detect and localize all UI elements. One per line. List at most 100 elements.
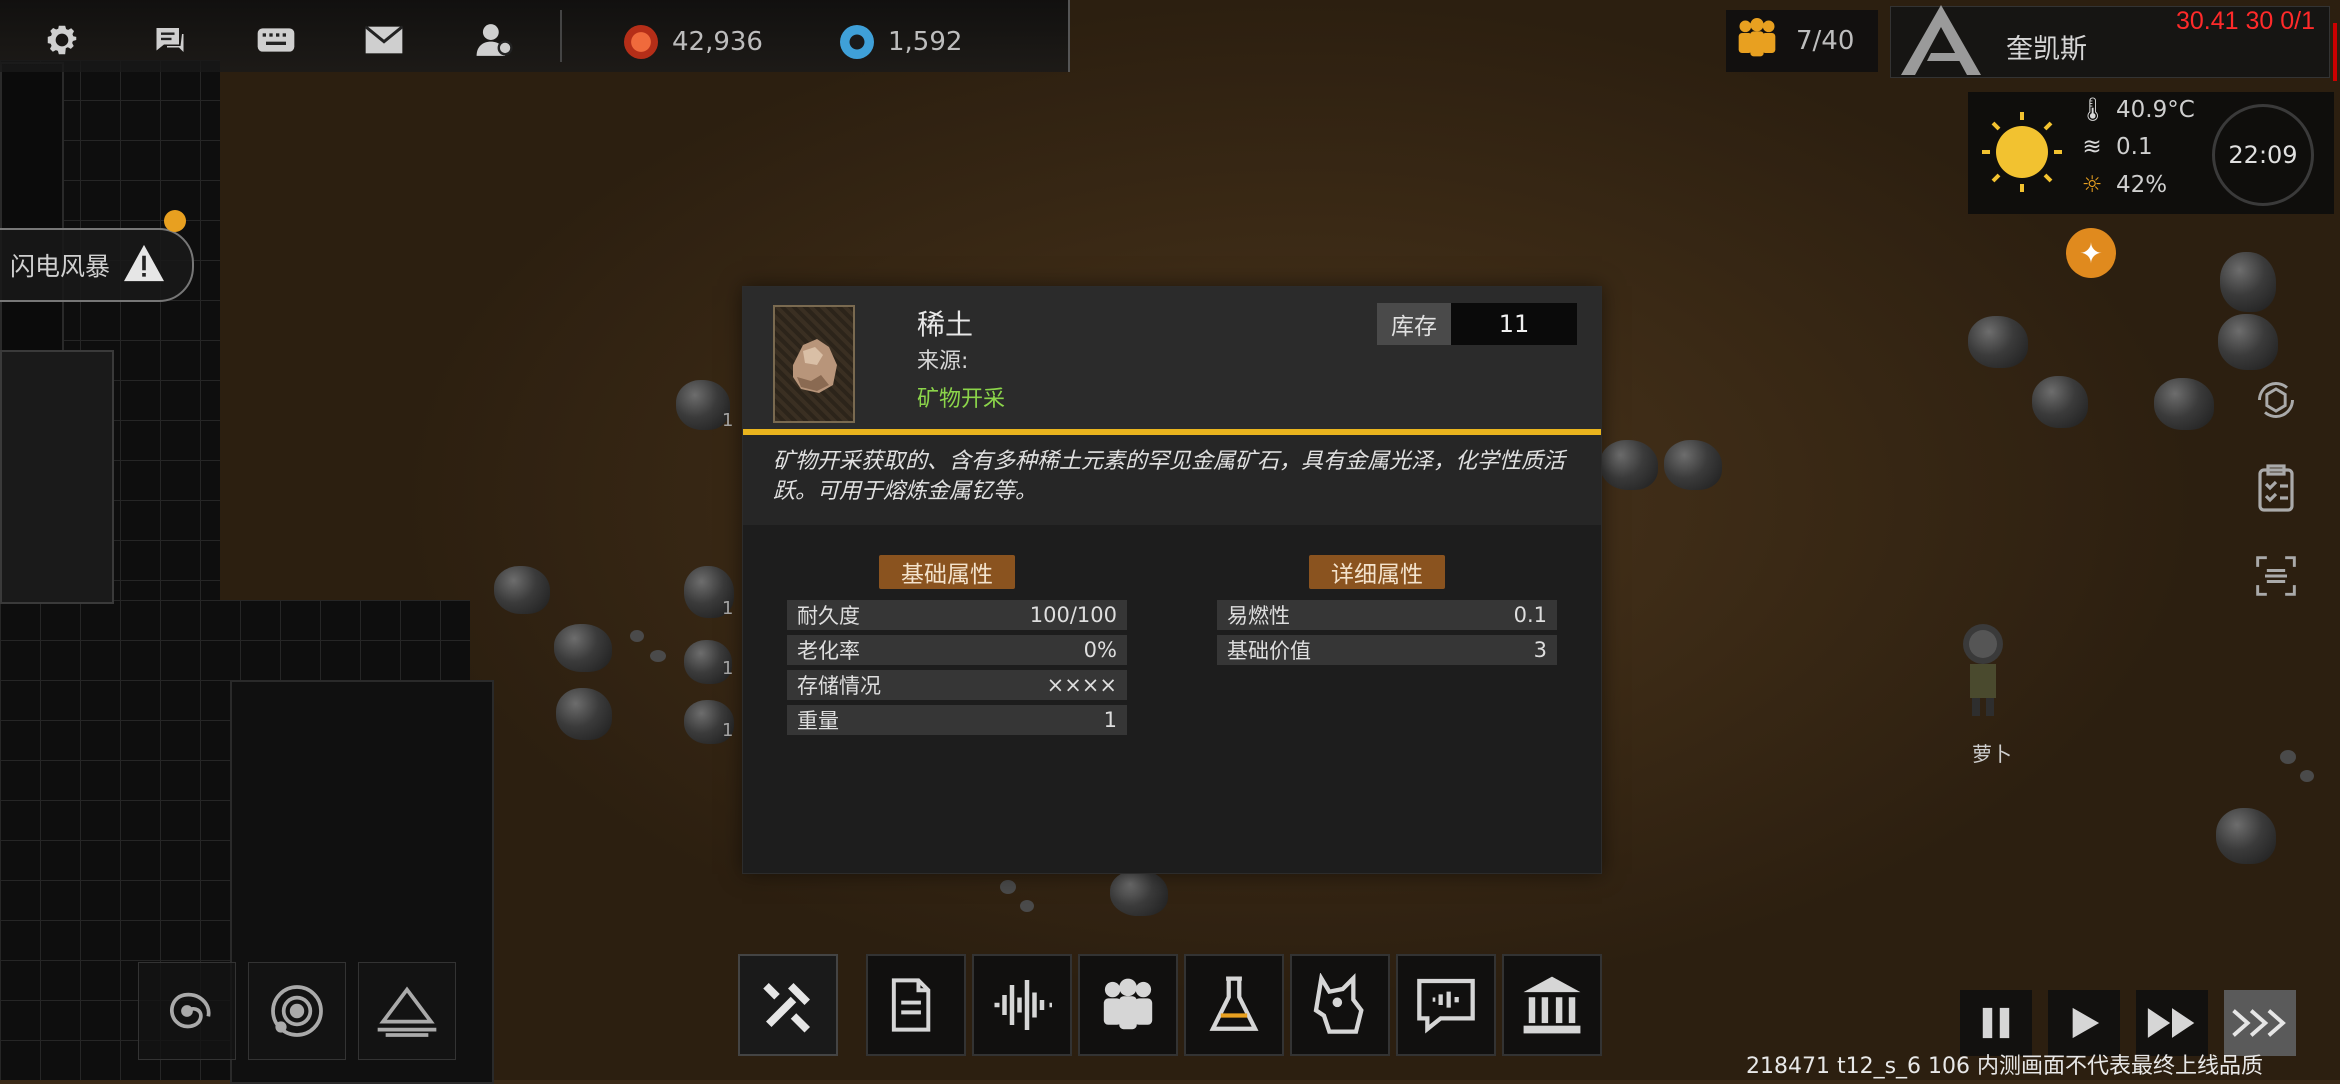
temperature-row: 🌡 40.9°C <box>2078 96 2195 124</box>
rock[interactable] <box>556 688 612 740</box>
clipboard-icon[interactable] <box>2252 464 2300 512</box>
attr-label: 易燃性 <box>1227 604 1290 628</box>
red-coin-icon <box>624 25 658 59</box>
scan-icon[interactable] <box>2252 552 2300 600</box>
pebble <box>2280 750 2296 764</box>
lightning-storm-alert[interactable]: 闪电风暴 <box>0 228 194 302</box>
stack-count: 1 <box>722 410 734 431</box>
wind-row: ≋ 0.1 <box>2078 134 2153 160</box>
attr-row-flammability: 易燃性 0.1 <box>1217 600 1557 630</box>
tab-blueprint[interactable] <box>866 954 966 1056</box>
rock[interactable] <box>2218 314 2278 370</box>
wind-value: 0.1 <box>2116 134 2153 160</box>
attr-value: 0% <box>1083 638 1117 662</box>
attr-label: 重量 <box>797 709 839 733</box>
basic-attributes-header: 基础属性 <box>879 555 1015 589</box>
warning-icon <box>122 243 166 287</box>
rock[interactable] <box>1664 440 1722 490</box>
tab-audio[interactable] <box>972 954 1072 1056</box>
colony-logo-icon <box>1895 3 1991 81</box>
rare-earth-ore-icon <box>773 305 855 423</box>
resource-blue[interactable]: 1,592 <box>840 22 962 62</box>
rock[interactable] <box>1968 316 2028 368</box>
weather-panel[interactable]: 🌡 40.9°C ≋ 0.1 ☼ 42% 22:09 <box>1968 92 2334 214</box>
rock[interactable] <box>494 566 550 614</box>
attr-row-base-value: 基础价值 3 <box>1217 635 1557 665</box>
colonists-icon <box>1732 16 1782 67</box>
tab-messages[interactable] <box>1396 954 1496 1056</box>
colony-name: 奎凯斯 <box>2006 34 2087 65</box>
alert-label: 闪电风暴 <box>10 252 111 281</box>
machine-block[interactable] <box>0 350 114 604</box>
item-detail-modal[interactable]: 稀土 来源: 矿物开采 库存 11 矿物开采获取的、含有多种稀土元素的罕见金属矿… <box>742 286 1602 874</box>
planet-orbit-button[interactable] <box>248 962 346 1060</box>
population-value: 7/40 <box>1796 26 1855 56</box>
item-source[interactable]: 矿物开采 <box>917 381 1005 413</box>
blue-coin-icon <box>840 25 874 59</box>
stock-value: 11 <box>1451 303 1577 345</box>
attr-value: 0.1 <box>1513 603 1547 627</box>
tab-colonists[interactable] <box>1078 954 1178 1056</box>
debug-stats: 30.41 30 0/1 <box>2175 7 2315 35</box>
attr-row-weight: 重量 1 <box>787 705 1127 735</box>
colony-panel[interactable]: 奎凯斯 30.41 30 0/1 <box>1890 3 2337 81</box>
item-name: 稀土 <box>917 308 974 341</box>
thermometer-icon: 🌡 <box>2078 97 2108 123</box>
tab-research[interactable] <box>1184 954 1284 1056</box>
rock[interactable] <box>1600 440 1658 490</box>
pause-button[interactable] <box>1960 990 2032 1056</box>
person-icon[interactable] <box>474 20 514 60</box>
galaxy-button[interactable] <box>138 962 236 1060</box>
rock[interactable] <box>2220 252 2276 312</box>
stack-count: 1 <box>722 720 734 741</box>
rock[interactable] <box>2032 376 2088 428</box>
item-description: 矿物开采获取的、含有多种稀土元素的罕见金属矿石，具有金属光泽，化学性质活跃。可用… <box>773 449 1566 504</box>
attr-value: 3 <box>1533 638 1547 662</box>
time-clock[interactable]: 22:09 <box>2212 104 2314 206</box>
sun-icon <box>1980 110 2064 198</box>
mail-icon[interactable] <box>364 20 404 60</box>
resource-red-value: 42,936 <box>672 27 763 57</box>
pebble <box>2300 770 2314 782</box>
attr-label: 存储情况 <box>797 674 881 698</box>
tab-build[interactable] <box>738 954 838 1056</box>
attr-row-aging: 老化率 0% <box>787 635 1127 665</box>
alert-notification-dot <box>164 210 186 232</box>
pebble <box>630 630 644 642</box>
resource-red[interactable]: 42,936 <box>624 22 763 62</box>
play-button[interactable] <box>2048 990 2120 1056</box>
item-source-label: 来源: <box>917 349 969 374</box>
keyboard-icon[interactable] <box>256 20 296 60</box>
pebble <box>650 650 666 662</box>
pebble <box>1020 900 1034 912</box>
rock[interactable] <box>2154 378 2214 430</box>
stock-label: 库存 <box>1377 303 1451 345</box>
top-bar-edge <box>1048 0 1070 72</box>
fast-forward-button[interactable] <box>2136 990 2208 1056</box>
detail-attributes-header: 详细属性 <box>1309 555 1445 589</box>
stack-count: 1 <box>722 658 734 679</box>
top-bar-divider <box>560 10 562 62</box>
rock[interactable] <box>2216 808 2276 864</box>
humidity-value: 42% <box>2116 172 2168 198</box>
time-value: 22:09 <box>2228 141 2298 169</box>
tab-government[interactable] <box>1502 954 1602 1056</box>
event-badge-icon[interactable]: ✦ <box>2066 228 2116 278</box>
rock[interactable] <box>554 624 612 672</box>
gear-icon[interactable] <box>42 20 82 60</box>
colonist-npc[interactable] <box>1958 620 2008 720</box>
attr-label: 老化率 <box>797 639 860 663</box>
terrain-button[interactable] <box>358 962 456 1060</box>
tab-animals[interactable] <box>1290 954 1390 1056</box>
chat-icon[interactable] <box>150 20 190 60</box>
wind-icon: ≋ <box>2082 134 2102 160</box>
rock[interactable] <box>1110 870 1168 916</box>
status-bar <box>2333 23 2337 81</box>
colonist-name: 萝卜 <box>1972 742 2012 766</box>
resource-blue-value: 1,592 <box>888 27 963 57</box>
stack-count: 1 <box>722 598 734 619</box>
ultra-fast-button[interactable] <box>2224 990 2296 1056</box>
attr-value: ×××× <box>1046 673 1117 697</box>
rotate-cube-icon[interactable] <box>2252 376 2300 424</box>
population-counter[interactable]: 7/40 <box>1726 10 1878 72</box>
